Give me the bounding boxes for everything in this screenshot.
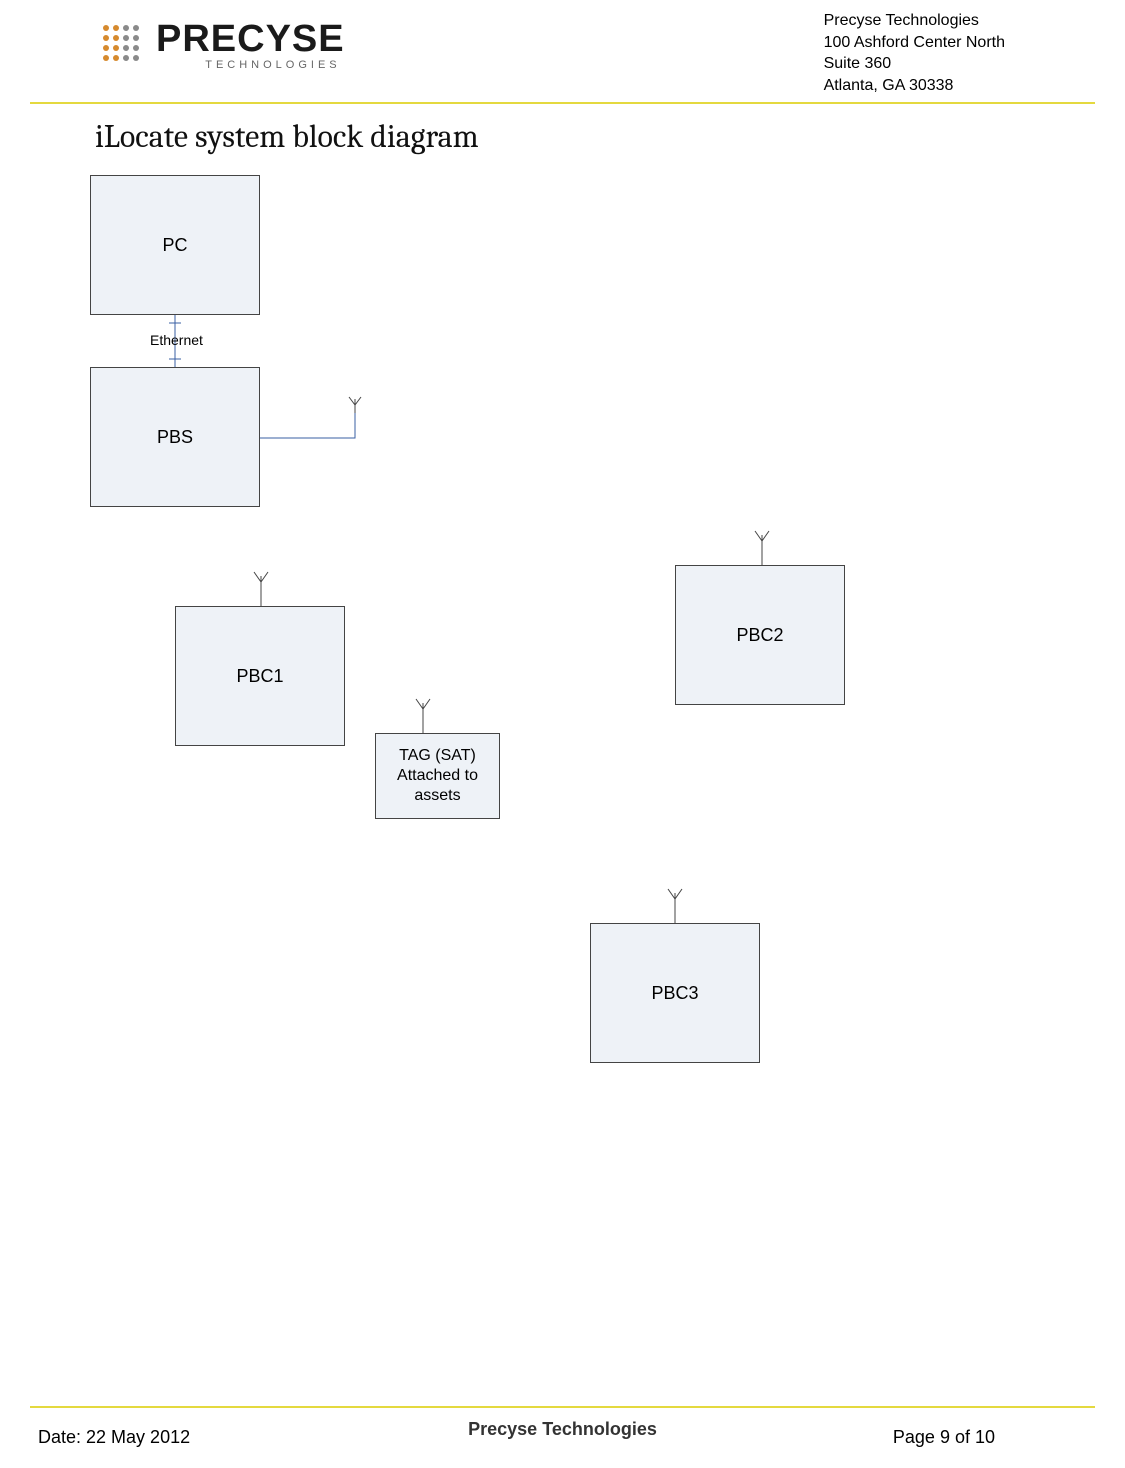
address-line: Precyse Technologies — [824, 10, 1005, 32]
logo-text: PRECYSE — [156, 20, 345, 58]
block-pbs: PBS — [90, 367, 260, 507]
block-pbc3: PBC3 — [590, 923, 760, 1063]
footer-page: Page 9 of 10 — [893, 1427, 995, 1448]
antenna-pbc3 — [665, 885, 685, 925]
antenna-tag — [413, 695, 433, 735]
antenna-pbs — [260, 393, 370, 453]
footer-divider — [30, 1406, 1095, 1408]
connector-label-ethernet: Ethernet — [150, 332, 203, 348]
block-diagram: PC Ethernet PBS PBC1 PBC2 — [0, 0, 1125, 1468]
header-divider — [30, 102, 1095, 104]
connector-ethernet — [165, 315, 185, 367]
logo-subtext: TECHNOLOGIES — [156, 60, 345, 71]
page-title: iLocate system block diagram — [95, 118, 479, 155]
footer-date: Date: 22 May 2012 — [38, 1427, 190, 1448]
address-line: Atlanta, GA 30338 — [824, 75, 1005, 97]
antenna-pbc1 — [251, 568, 271, 608]
address-line: 100 Ashford Center North — [824, 32, 1005, 54]
block-pc: PC — [90, 175, 260, 315]
company-address: Precyse Technologies 100 Ashford Center … — [824, 10, 1005, 96]
address-line: Suite 360 — [824, 53, 1005, 75]
antenna-pbc2 — [752, 527, 772, 567]
block-tag: TAG (SAT) Attached to assets — [375, 733, 500, 819]
block-pbc1: PBC1 — [175, 606, 345, 746]
logo-icon — [100, 22, 148, 70]
block-pbc2: PBC2 — [675, 565, 845, 705]
company-logo: PRECYSE TECHNOLOGIES — [100, 20, 345, 71]
